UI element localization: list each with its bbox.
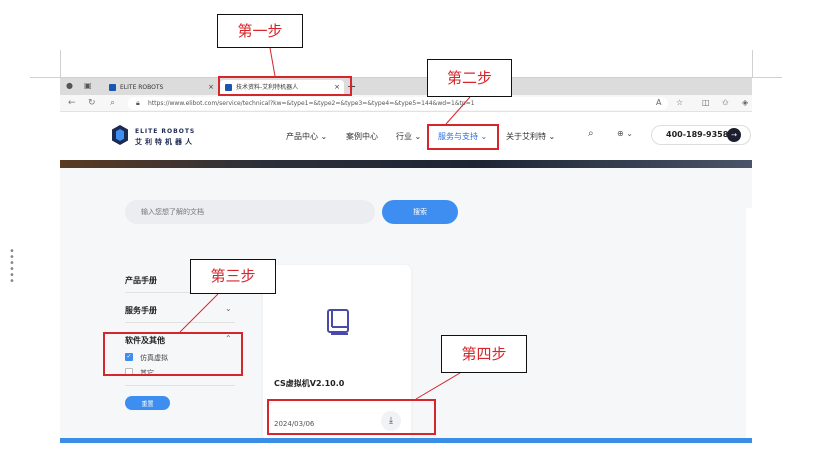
- highlight-service-menu: [427, 124, 499, 150]
- book-icon: [327, 309, 349, 335]
- nav-industry[interactable]: 行业 ⌄: [396, 131, 421, 142]
- document-edge-line: [752, 50, 753, 78]
- drag-handle-icon[interactable]: • • • • • •: [9, 247, 21, 287]
- phone-number: 400-189-9358: [666, 130, 729, 139]
- chevron-down-icon[interactable]: ⌄: [225, 304, 232, 313]
- favicon-icon: [109, 84, 116, 91]
- document-search-input[interactable]: [125, 200, 375, 224]
- logo-text-en: ELITE ROBOTS: [135, 128, 196, 135]
- collections-icon[interactable]: ✩: [722, 97, 729, 109]
- site-header: ELITE ROBOTS 艾利特机器人 产品中心 ⌄ 案例中心 行业 ⌄ 服务与…: [60, 112, 752, 160]
- banner-image: [60, 160, 752, 168]
- browser-window: ● ▣ ELITE ROBOTS × 技术资料-艾利特机器人 × + ← ↻ ⌕…: [60, 78, 752, 443]
- document-edge-line: [60, 50, 61, 78]
- search-button[interactable]: 搜索: [382, 200, 458, 224]
- split-screen-icon[interactable]: ◫: [702, 97, 710, 109]
- favorite-icon[interactable]: ☆: [676, 97, 683, 109]
- content-area: 搜索 产品手册 服务手册 ⌄ 软件及其他 ⌃ ✓ 仿真虚拟 其它 重置 CS虚拟…: [60, 168, 752, 440]
- divider: [125, 322, 235, 323]
- url-text: https://www.elibot.com/service/technical…: [148, 100, 475, 107]
- side-panel: [746, 208, 752, 438]
- annotation-step4: 第四步: [441, 335, 527, 373]
- nav-cases[interactable]: 案例中心: [346, 131, 378, 142]
- extensions-icon[interactable]: ◈: [742, 97, 748, 109]
- address-bar: ← ↻ ⌕ 🔒︎ https://www.elibot.com/service/…: [60, 95, 752, 112]
- profile-icon[interactable]: ●: [66, 81, 73, 91]
- chevron-down-icon: ⌄: [414, 132, 422, 141]
- nav-about[interactable]: 关于艾利特 ⌄: [506, 131, 555, 142]
- refresh-icon[interactable]: ↻: [88, 97, 96, 109]
- highlight-card-download: [267, 399, 436, 435]
- search-icon[interactable]: ⌕: [110, 97, 115, 109]
- annotation-step3: 第三步: [190, 259, 276, 294]
- card-title[interactable]: CS虚拟机V2.10.0: [274, 378, 344, 389]
- tab-actions-icon[interactable]: ▣: [84, 81, 92, 91]
- annotation-step2: 第二步: [427, 59, 512, 97]
- tab-elite-robots[interactable]: ELITE ROBOTS ×: [104, 80, 218, 95]
- chevron-down-icon: ⌄: [320, 132, 328, 141]
- highlight-tab: [218, 76, 352, 96]
- divider: [125, 385, 235, 386]
- lock-icon: 🔒︎: [136, 99, 140, 107]
- reset-button[interactable]: 重置: [125, 396, 170, 410]
- category-product-manual[interactable]: 产品手册: [125, 275, 157, 286]
- chevron-down-icon: ⌄: [548, 132, 556, 141]
- logo-text-cn: 艾利特机器人: [135, 138, 195, 146]
- nav-products[interactable]: 产品中心 ⌄: [286, 131, 327, 142]
- category-service-manual[interactable]: 服务手册: [125, 305, 157, 316]
- arrow-right-icon[interactable]: →: [727, 128, 741, 142]
- highlight-software-category: [103, 332, 243, 376]
- annotation-step1: 第一步: [217, 14, 303, 48]
- elite-robots-logo-icon[interactable]: [112, 125, 128, 145]
- site-search-icon[interactable]: ⌕: [588, 128, 594, 139]
- url-field[interactable]: 🔒︎ https://www.elibot.com/service/techni…: [128, 97, 668, 110]
- chevron-down-icon: ⌄: [626, 129, 633, 138]
- close-tab-icon[interactable]: ×: [208, 80, 214, 95]
- footer-bar: [60, 438, 752, 443]
- language-globe-icon[interactable]: ⊕ ⌄: [617, 129, 633, 138]
- back-icon[interactable]: ←: [68, 97, 76, 109]
- tab-bar: ● ▣ ELITE ROBOTS × 技术资料-艾利特机器人 × +: [60, 78, 752, 95]
- read-aloud-icon[interactable]: A: [656, 97, 661, 109]
- tab-title: ELITE ROBOTS: [120, 84, 164, 91]
